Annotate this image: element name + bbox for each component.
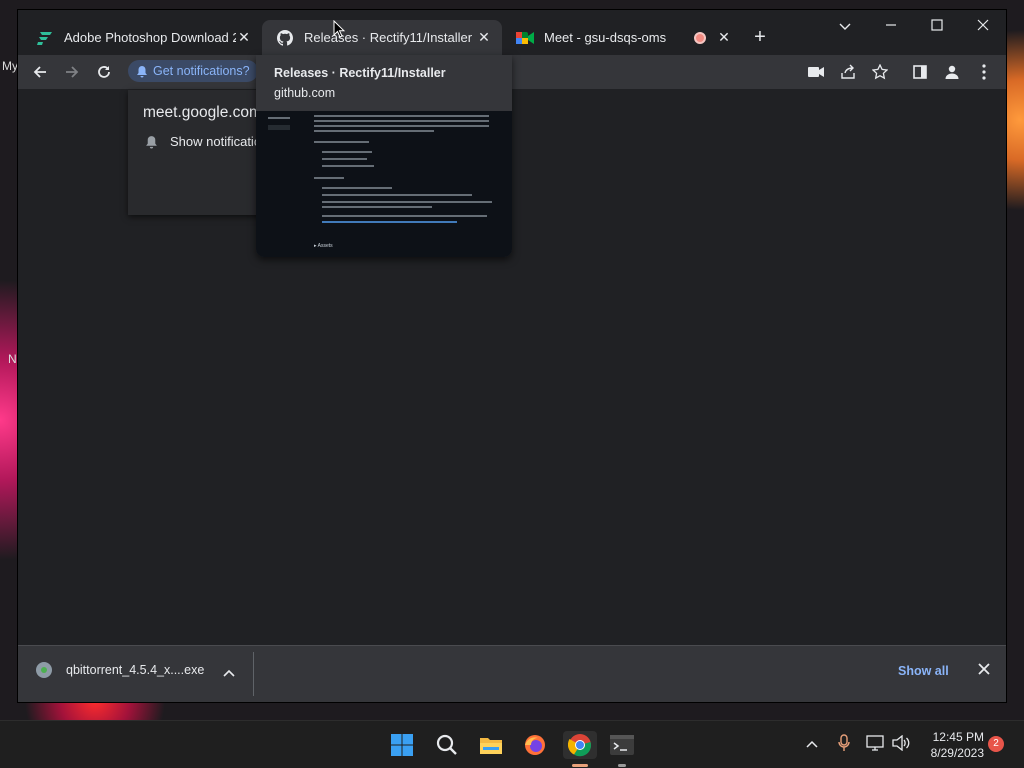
tab-preview-thumbnail: ▸ Assets [256,111,512,257]
desktop-icon-label: N [8,352,17,366]
google-meet-icon [516,29,534,47]
profile-button[interactable] [940,60,964,84]
tab-photoshop[interactable]: Adobe Photoshop Download 20 ✕ [22,20,262,55]
tab-strip: Adobe Photoshop Download 20 ✕ Releases ·… [18,10,1006,55]
search-icon [436,734,457,755]
browser-window: Adobe Photoshop Download 20 ✕ Releases ·… [18,10,1006,702]
reload-button[interactable] [92,60,116,84]
show-all-downloads-link[interactable]: Show all [898,664,949,678]
option-label: Show notificatio [170,134,262,149]
side-panel-button[interactable] [908,60,932,84]
recording-icon [694,31,706,44]
download-item[interactable]: qbittorrent_4.5.4_x....exe [36,662,204,678]
desktop-icon-label: My [2,59,18,73]
download-options-button[interactable] [223,664,235,682]
speaker-icon [892,734,910,752]
close-icon [978,663,990,675]
camera-indicator[interactable] [804,60,828,84]
tab-search-button[interactable] [830,18,860,38]
tab-google-meet[interactable]: Meet - gsu-dsqs-oms ✕ [502,20,742,55]
show-hidden-icons-button[interactable] [806,735,818,753]
terminal-icon [610,735,634,755]
firefox-icon [525,735,545,755]
side-panel-icon [913,65,927,79]
file-explorer-icon [480,738,502,754]
close-icon [977,19,989,31]
arrow-right-icon [66,66,79,78]
downloads-divider [253,652,254,696]
arrow-left-icon [33,66,46,78]
tab-github-releases[interactable]: Releases · Rectify11/Installer ✕ [262,20,502,55]
network-icon [866,735,884,751]
taskbar-terminal[interactable] [608,731,636,759]
star-icon [872,64,888,80]
notification-count-badge[interactable]: 2 [988,736,1004,752]
windows-start-icon [391,734,413,756]
microphone-icon [838,734,850,751]
menu-button[interactable] [972,60,996,84]
bell-icon [137,65,147,77]
chrome-icon [568,734,592,757]
taskbar-firefox[interactable] [521,731,549,759]
filehorse-icon [36,29,54,47]
tab-title: Releases · Rectify11/Installer [304,30,473,45]
show-notifications-option[interactable]: Show notificatio [145,134,261,149]
share-button[interactable] [836,60,860,84]
terminal-running-indicator [618,764,626,767]
chrome-active-indicator [572,764,588,767]
download-file-icon [36,662,52,678]
download-file-name: qbittorrent_4.5.4_x....exe [66,663,205,677]
start-button[interactable] [388,731,416,759]
reload-icon [98,66,110,78]
share-icon [841,64,855,79]
popup-site-name: meet.google.com [143,104,262,121]
profile-icon [945,65,959,79]
taskbar-file-explorer[interactable] [477,731,505,759]
clock-time: 12:45 PM [932,730,984,744]
taskbar-clock[interactable]: 12:45 PM 8/29/2023 [920,729,984,761]
chevron-up-icon [806,740,818,748]
browser-toolbar: Get notifications? [18,55,1006,89]
bookmark-button[interactable] [868,60,892,84]
bell-icon [146,135,157,148]
taskbar-search-button[interactable] [433,731,461,759]
kebab-menu-icon [982,64,986,80]
video-camera-icon [808,67,824,77]
microphone-in-use-indicator[interactable] [838,734,850,757]
tab-close-icon[interactable]: ✕ [236,29,252,46]
taskbar-chrome[interactable] [563,731,597,759]
hover-card-title: Releases · Rectify11/Installer [274,66,446,80]
back-button[interactable] [28,60,52,84]
mouse-pointer-icon [333,20,345,38]
downloads-bar: qbittorrent_4.5.4_x....exe Show all [18,645,1006,702]
clock-date: 8/29/2023 [930,746,984,760]
tab-title: Adobe Photoshop Download 20 [64,30,236,45]
forward-button[interactable] [60,60,84,84]
minimize-button[interactable] [876,18,906,38]
minimize-icon [886,24,896,26]
volume-button[interactable] [892,734,910,756]
network-button[interactable] [866,735,886,756]
new-tab-button[interactable]: + [748,26,772,49]
maximize-icon [931,19,943,31]
hover-card-domain: github.com [274,86,336,100]
chevron-down-icon [839,23,851,30]
maximize-button[interactable] [922,18,952,38]
notification-chip-label: Get notifications? [153,64,250,78]
tab-close-icon[interactable]: ✕ [476,29,492,46]
tab-hover-card: Releases · Rectify11/Installer github.co… [256,55,512,257]
notification-permission-chip[interactable]: Get notifications? [128,60,258,82]
chevron-up-icon [223,669,235,677]
close-downloads-bar-button[interactable] [978,662,990,680]
tab-title: Meet - gsu-dsqs-oms [544,30,667,45]
preview-assets-label: ▸ Assets [314,243,333,249]
close-window-button[interactable] [968,18,998,38]
tab-close-icon[interactable]: ✕ [716,29,732,46]
windows-taskbar: 12:45 PM 8/29/2023 2 [0,720,1024,768]
github-icon [276,29,294,47]
